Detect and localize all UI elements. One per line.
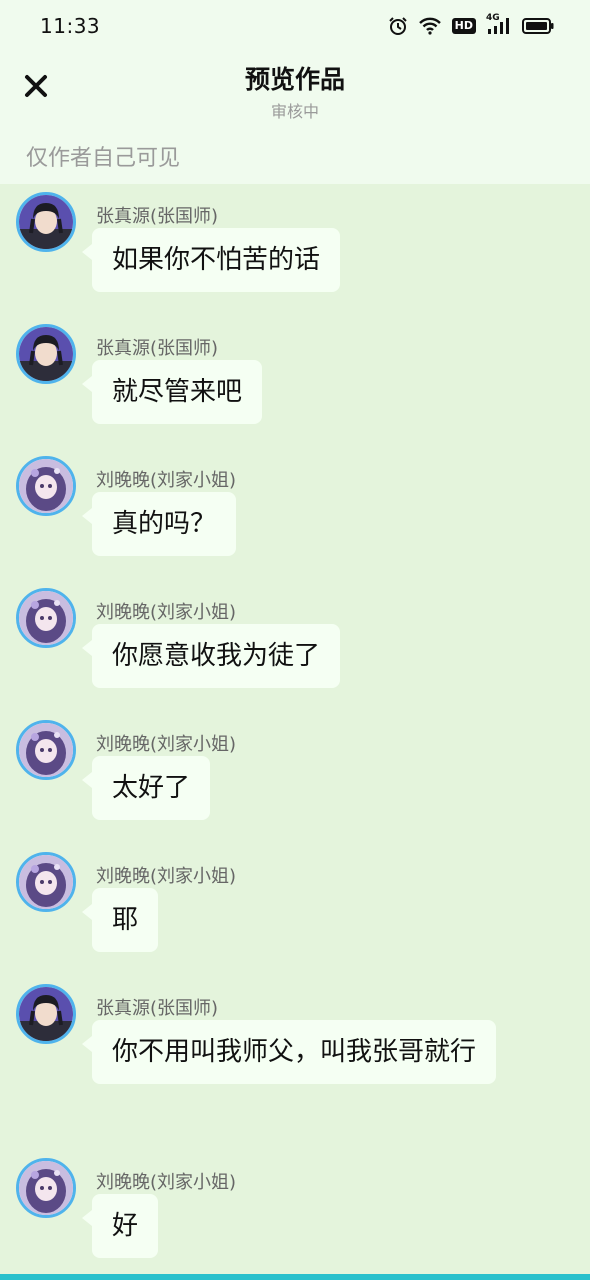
message-bubble[interactable]: 好	[81, 1194, 159, 1258]
message-bubble[interactable]: 就尽管来吧	[81, 360, 263, 424]
battery-icon	[522, 17, 554, 35]
bottom-accent-bar	[0, 1274, 590, 1280]
avatar-male[interactable]	[16, 192, 76, 252]
sender-name: 张真源(张国师)	[96, 206, 219, 227]
message-bubble[interactable]: 太好了	[81, 756, 211, 820]
message-bubble[interactable]: 如果你不怕苦的话	[81, 228, 341, 292]
avatar-male[interactable]	[16, 984, 76, 1044]
page-title: 预览作品	[244, 65, 345, 94]
sender-name: 张真源(张国师)	[96, 998, 219, 1019]
avatar-female[interactable]	[16, 1158, 76, 1218]
sender-name: 刘晚晚(刘家小姐)	[96, 470, 237, 491]
sender-name: 刘晚晚(刘家小姐)	[96, 866, 237, 887]
message-bubble[interactable]: 你愿意收我为徒了	[81, 624, 341, 688]
wifi-icon	[418, 17, 442, 35]
status-time: 11:33	[40, 14, 101, 38]
chat-list[interactable]: 张真源(张国师) 如果你不怕苦的话 张真源(张国师) 就尽管来吧 刘晚晚(刘家小…	[0, 184, 590, 1274]
signal-4g-icon: 4G	[486, 13, 512, 36]
avatar-female[interactable]	[16, 456, 76, 516]
message-bubble[interactable]: 耶	[81, 888, 159, 952]
avatar-female[interactable]	[16, 852, 76, 912]
message-bubble[interactable]: 真的吗？	[81, 492, 237, 556]
visibility-note: 仅作者自己可见	[26, 146, 181, 171]
alarm-icon	[388, 16, 408, 36]
status-bar: 11:33 HD 4G	[0, 0, 590, 52]
sender-name: 刘晚晚(刘家小姐)	[96, 734, 237, 755]
preview-header: 预览作品 审核中 仅作者自己可见	[0, 52, 590, 184]
avatar-female[interactable]	[16, 720, 76, 780]
review-status: 审核中	[270, 102, 319, 121]
sender-name: 刘晚晚(刘家小姐)	[96, 602, 237, 623]
sender-name: 张真源(张国师)	[96, 338, 219, 359]
avatar-female[interactable]	[16, 588, 76, 648]
avatar-male[interactable]	[16, 324, 76, 384]
sender-name: 刘晚晚(刘家小姐)	[96, 1172, 237, 1193]
hd-icon: HD	[451, 18, 476, 34]
message-bubble[interactable]: 你不用叫我师父，叫我张哥就行	[82, 1020, 496, 1084]
status-icons: HD 4G	[388, 13, 554, 36]
